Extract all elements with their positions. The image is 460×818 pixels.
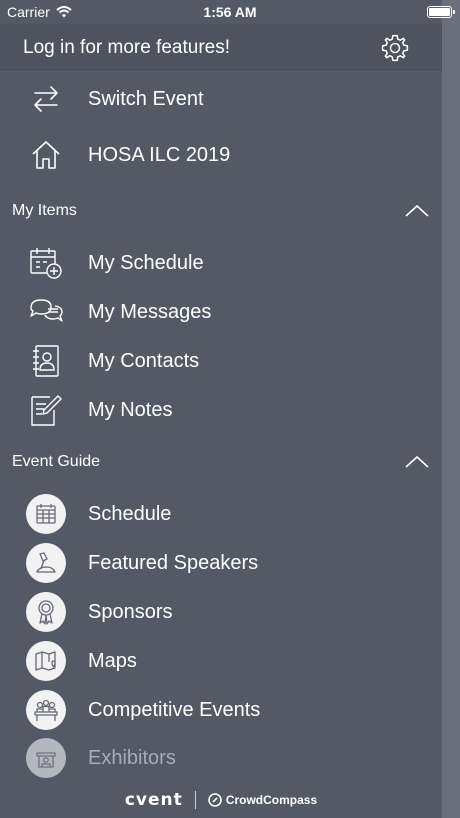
icon-container bbox=[26, 738, 66, 778]
icon-container bbox=[26, 543, 66, 583]
menu-item-sponsors[interactable]: Sponsors bbox=[0, 588, 442, 636]
menu-item-featured-speakers[interactable]: Featured Speakers bbox=[0, 539, 442, 587]
menu-item-label: My Messages bbox=[88, 300, 212, 323]
cvent-logo: cvent bbox=[124, 790, 183, 810]
home-icon bbox=[26, 135, 66, 175]
crowdcompass-label: CrowdCompass bbox=[225, 793, 318, 807]
section-title: Event Guide bbox=[12, 453, 101, 470]
calendar-icon bbox=[26, 494, 66, 534]
map-icon bbox=[26, 641, 66, 681]
section-header-my-items[interactable]: My Items bbox=[0, 194, 442, 228]
menu-item-label: Featured Speakers bbox=[88, 551, 259, 574]
menu-item-label: Exhibitors bbox=[88, 746, 176, 769]
menu-item-current-event[interactable]: HOSA ILC 2019 bbox=[0, 131, 442, 179]
menu-item-exhibitors[interactable]: Exhibitors bbox=[0, 734, 442, 782]
status-time: 1:56 AM bbox=[203, 4, 257, 20]
microphone-icon bbox=[26, 543, 66, 583]
menu-item-label: Maps bbox=[88, 649, 137, 672]
icon-container bbox=[26, 494, 66, 534]
status-bar: Carrier 1:56 AM bbox=[0, 0, 460, 24]
menu-item-label: Competitive Events bbox=[88, 698, 261, 721]
section-header-event-guide[interactable]: Event Guide bbox=[0, 445, 442, 479]
menu-item-label: My Notes bbox=[88, 398, 173, 421]
menu-item-switch-event[interactable]: Switch Event bbox=[0, 75, 442, 123]
chevron-up-icon[interactable] bbox=[404, 204, 430, 218]
switch-arrows-icon bbox=[26, 79, 66, 119]
login-prompt[interactable]: Log in for more features! bbox=[23, 37, 230, 59]
gear-icon[interactable] bbox=[380, 33, 410, 63]
underlying-screen-edge[interactable] bbox=[442, 0, 460, 818]
crowdcompass-icon bbox=[207, 793, 222, 807]
crowdcompass-logo: CrowdCompass bbox=[207, 793, 318, 807]
menu-item-label: My Contacts bbox=[88, 349, 200, 372]
section-title: My Items bbox=[12, 202, 77, 219]
menu-item-my-schedule[interactable]: My Schedule bbox=[0, 239, 442, 287]
menu-item-label: Schedule bbox=[88, 502, 172, 525]
menu-item-my-notes[interactable]: My Notes bbox=[0, 386, 442, 434]
calendar-add-icon bbox=[26, 243, 66, 283]
powered-by-footer: cvent CrowdCompass bbox=[0, 786, 442, 814]
chat-bubbles-icon bbox=[26, 292, 66, 332]
menu-item-label: My Schedule bbox=[88, 251, 204, 274]
chevron-up-icon[interactable] bbox=[404, 455, 430, 469]
booth-icon bbox=[26, 738, 66, 778]
note-pencil-icon bbox=[26, 390, 66, 430]
menu-item-schedule[interactable]: Schedule bbox=[0, 490, 442, 538]
icon-container bbox=[26, 592, 66, 632]
menu-item-label: HOSA ILC 2019 bbox=[88, 143, 231, 166]
menu-item-label: Sponsors bbox=[88, 600, 173, 623]
menu-item-label: Switch Event bbox=[88, 87, 204, 110]
podium-people-icon bbox=[26, 690, 66, 730]
menu-item-my-contacts[interactable]: My Contacts bbox=[0, 337, 442, 385]
menu-item-maps[interactable]: Maps bbox=[0, 637, 442, 685]
icon-container bbox=[26, 641, 66, 681]
icon-container bbox=[26, 690, 66, 730]
footer-divider bbox=[194, 791, 196, 809]
menu-item-my-messages[interactable]: My Messages bbox=[0, 288, 442, 336]
drawer-header: Log in for more features! bbox=[0, 24, 442, 70]
battery-icon bbox=[427, 6, 455, 18]
ribbon-icon bbox=[26, 592, 66, 632]
menu-item-competitive-events[interactable]: Competitive Events bbox=[0, 686, 442, 734]
contact-book-icon bbox=[26, 341, 66, 381]
